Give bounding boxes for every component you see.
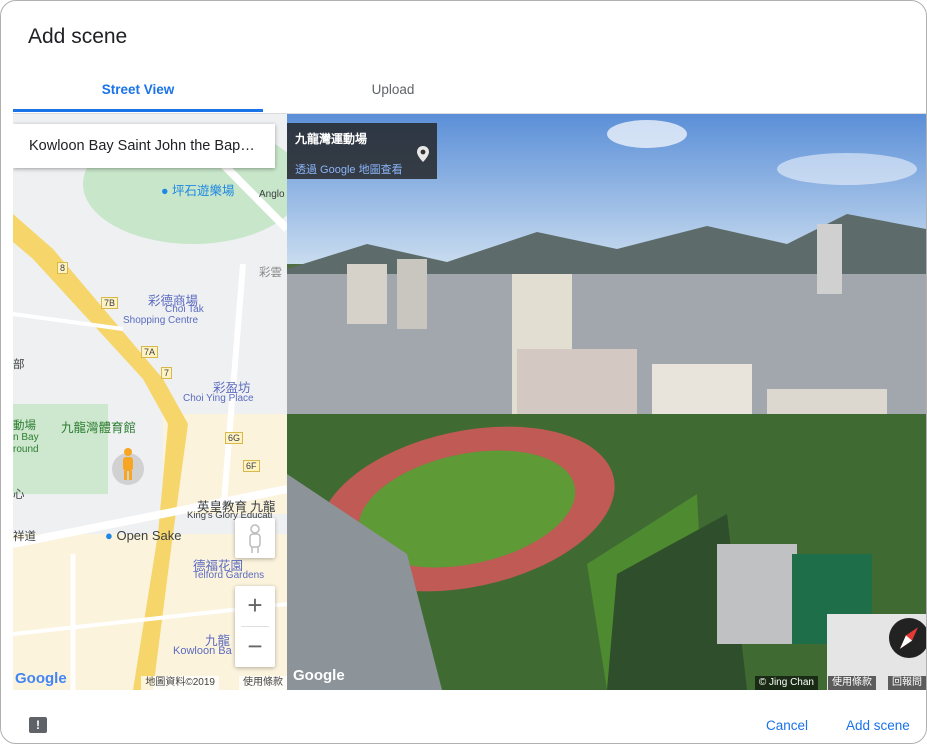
street-view-google-logo: Google [293,667,345,684]
road-badge: 6F [243,460,260,472]
poi-icon: ● [161,184,173,198]
map-label-partial-g: 祥道 [13,531,36,543]
road-badge: 7 [161,367,173,379]
sv-terms-link[interactable]: 使用條款 [828,676,876,690]
map-label-open-sake: ● Open Sake [105,528,182,543]
street-view-panorama[interactable]: 九龍灣運動場 透過 Google 地圖查看 Google © Jing Chan… [287,114,926,690]
pegman-button[interactable] [235,518,275,558]
map-label-partial-d: n Bay [13,432,39,443]
map-label-telford-en: Telford Gardens [193,570,265,581]
view-in-google-maps-link[interactable]: 透過 Google 地圖查看 [295,161,403,177]
report-problem-link[interactable]: 回報問 [888,676,926,690]
map-label-shopping-centre: Shopping Centre [123,315,199,326]
add-scene-button[interactable]: Add scene [846,718,910,733]
map-label-pingshek: ● 坪石遊樂場 [161,180,235,199]
map-label-anglo: Anglo [259,189,285,200]
road-badge: 6G [225,432,244,444]
photo-credit: © Jing Chan [754,676,818,690]
map-label-choitak-en: Choi Tak [165,304,204,315]
map-label-partial-choi-wan: 彩雲 [259,267,282,279]
map-label-partial-f: 心 [13,489,25,501]
map-panel[interactable]: Kowloon Bay Saint John the Bap… ● 坪石遊樂場 … [13,114,287,690]
tab-upload[interactable]: Upload [263,71,523,112]
map-label-choiying-en: Choi Ying Place [183,393,254,404]
location-pin-icon [417,146,429,162]
zoom-control: + − [235,586,275,667]
feedback-icon[interactable]: ! [29,717,47,733]
map-label-partial-e: round [13,444,39,455]
zoom-in-button[interactable]: + [235,586,275,626]
compass-icon[interactable] [889,618,926,658]
map-terms-link[interactable]: 使用條款 [239,676,287,690]
add-scene-dialog: Add scene Street View Upload Kowloon Bay… [0,0,927,744]
cancel-button[interactable]: Cancel [766,718,808,733]
street-view-pegman-marker-icon [123,448,133,480]
map-label-open-sake-text: Open Sake [116,528,182,543]
tab-bar: Street View Upload [13,71,926,114]
place-name: 九龍灣運動場 [295,132,368,146]
place-info-card: 九龍灣運動場 透過 Google 地圖查看 [287,123,437,179]
map-label-kowloon-bay-en: Kowloon Ba [173,645,232,657]
road-badge: 7B [101,297,119,309]
map-label-pingshek-text: 坪石遊樂場 [172,184,235,198]
map-attribution: 地圖資料©2019 [141,676,219,690]
restaurant-pin-icon: ● [105,528,117,543]
place-search-input[interactable]: Kowloon Bay Saint John the Bap… [13,124,275,168]
tab-street-view[interactable]: Street View [13,71,263,112]
road-badge: 7A [141,346,159,358]
dialog-title: Add scene [28,25,128,48]
pegman-icon [249,524,261,553]
zoom-out-button[interactable]: − [235,627,275,667]
compass-needle-icon [900,627,918,649]
map-google-logo: Google [15,670,67,687]
panorama-image [287,114,926,690]
map-label-kb-sports: 九龍灣體育館 [61,421,137,435]
road-badge: 8 [57,262,69,274]
map-label-partial-b: 部 [13,359,25,371]
map-label-partial-c: 動場 [13,420,36,432]
